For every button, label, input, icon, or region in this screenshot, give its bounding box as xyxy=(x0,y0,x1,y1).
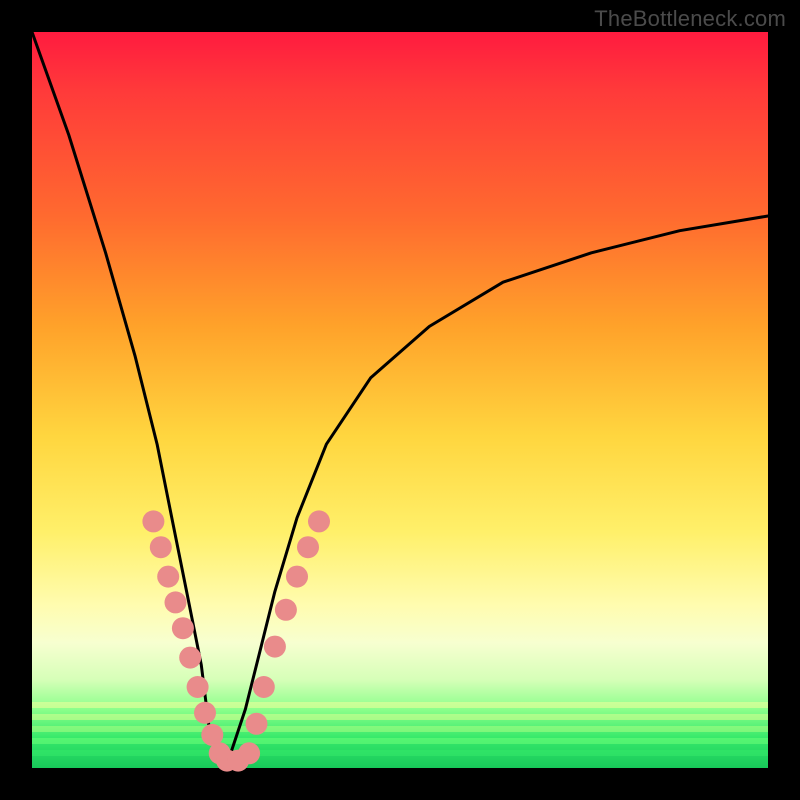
chart-frame: TheBottleneck.com xyxy=(0,0,800,800)
plot-area xyxy=(32,32,768,768)
bottleneck-curve xyxy=(32,32,768,768)
data-marker xyxy=(253,676,275,698)
curve-layer xyxy=(32,32,768,768)
data-marker xyxy=(157,566,179,588)
data-marker xyxy=(286,566,308,588)
data-marker xyxy=(172,617,194,639)
data-marker xyxy=(194,702,216,724)
data-marker xyxy=(275,599,297,621)
data-marker xyxy=(264,636,286,658)
data-marker xyxy=(150,536,172,558)
data-marker xyxy=(246,713,268,735)
watermark-text: TheBottleneck.com xyxy=(594,6,786,32)
data-marker xyxy=(308,510,330,532)
data-marker xyxy=(179,647,201,669)
data-marker xyxy=(297,536,319,558)
data-marker xyxy=(187,676,209,698)
data-marker xyxy=(238,742,260,764)
data-marker xyxy=(165,591,187,613)
data-marker xyxy=(142,510,164,532)
